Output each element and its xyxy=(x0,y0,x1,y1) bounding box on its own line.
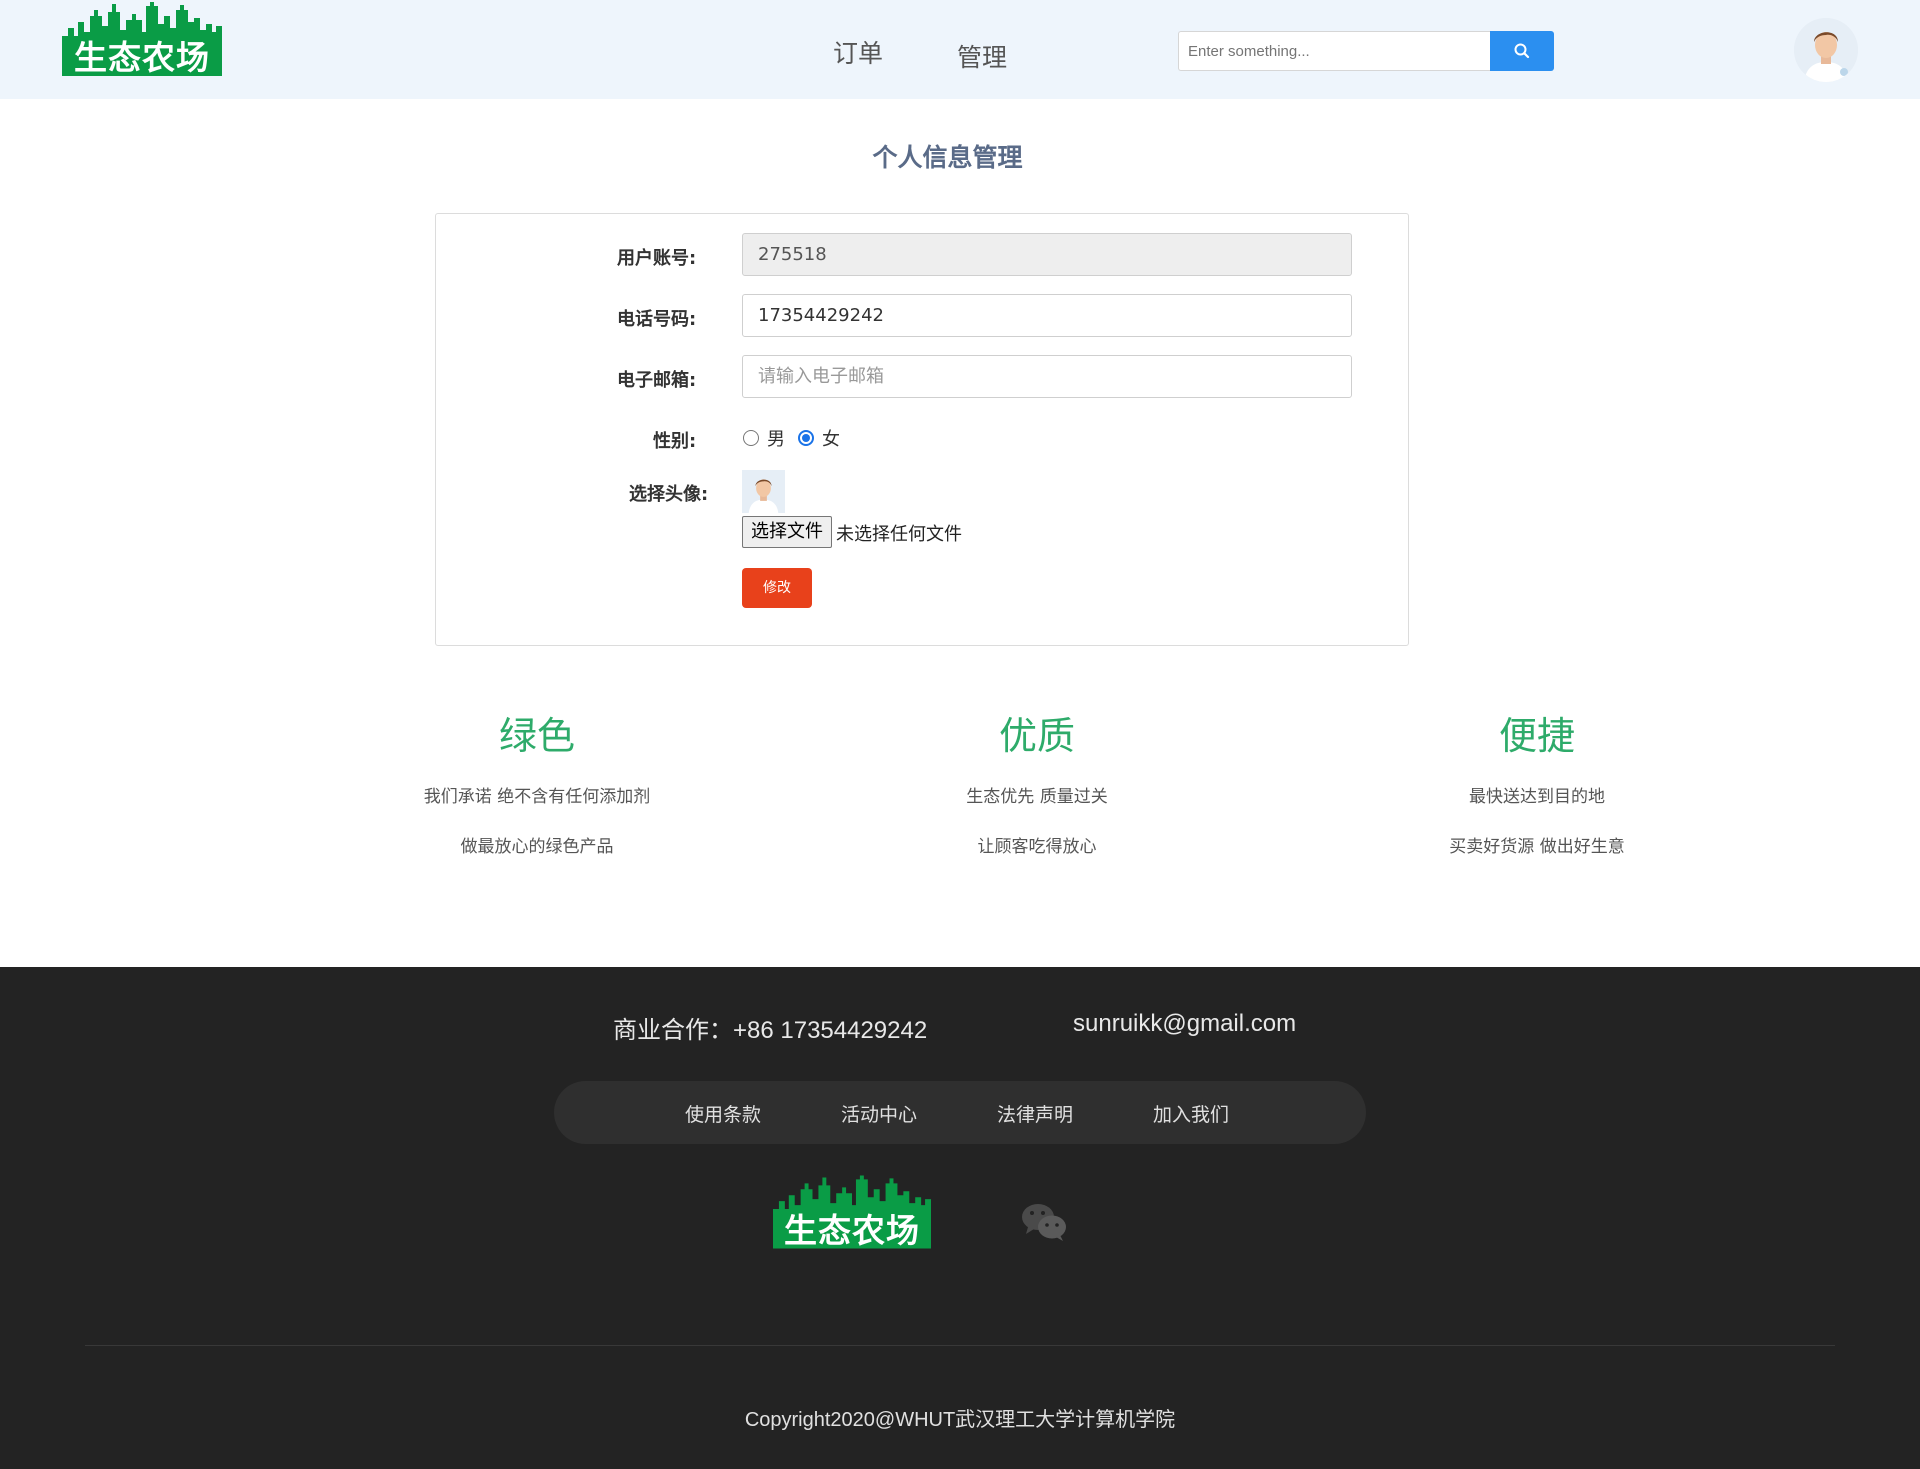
wechat-icon xyxy=(1022,1204,1066,1241)
submit-button[interactable]: 修改 xyxy=(742,568,812,608)
user-avatar[interactable] xyxy=(1794,18,1858,82)
feature-title: 绿色 xyxy=(498,714,575,758)
phone-field[interactable]: 17354429242 xyxy=(742,294,1352,337)
gender-female-radio[interactable] xyxy=(798,430,814,446)
feature-green: 绿色 我们承诺 绝不含有任何添加剂 做最放心的绿色产品 xyxy=(337,712,737,857)
footer-link-join[interactable]: 加入我们 xyxy=(1153,1100,1229,1127)
feature-line: 生态优先 质量过关 xyxy=(966,787,1108,807)
search-button[interactable] xyxy=(1490,31,1554,71)
footer-logo-text: 生态农场 xyxy=(784,1211,920,1250)
copyright-text: Copyright2020@WHUT武汉理工大学计算机学院 xyxy=(744,1409,1176,1431)
contact-email[interactable]: sunruikk@gmail.com xyxy=(1073,1010,1296,1038)
footer-link-events[interactable]: 活动中心 xyxy=(841,1100,917,1127)
user-avatar-icon xyxy=(742,470,785,513)
logo-text: 生态农场 xyxy=(74,38,210,77)
nav-item-orders[interactable]: 订单 xyxy=(833,34,883,70)
wechat-button[interactable] xyxy=(1020,1201,1068,1243)
choose-file-button[interactable]: 选择文件 xyxy=(742,516,832,548)
feature-title: 便捷 xyxy=(1498,714,1575,758)
feature-quality: 优质 生态优先 质量过关 让顾客吃得放心 xyxy=(837,712,1237,857)
email-field[interactable]: 请输入电子邮箱 xyxy=(742,355,1352,398)
feature-line: 让顾客吃得放心 xyxy=(977,837,1097,857)
feature-line: 我们承诺 绝不含有任何添加剂 xyxy=(423,787,651,807)
feature-line: 做最放心的绿色产品 xyxy=(460,837,614,857)
footer-link-legal[interactable]: 法律声明 xyxy=(997,1100,1073,1127)
feature-line: 最快送达到目的地 xyxy=(1469,787,1605,807)
search-icon xyxy=(1514,43,1530,59)
footer-links-bar: 使用条款 活动中心 法律声明 加入我们 xyxy=(554,1081,1366,1144)
avatar-preview xyxy=(742,470,785,513)
site-footer: 商业合作：+86 17354429242 sunruikk@gmail.com … xyxy=(0,967,1920,1469)
footer-divider xyxy=(85,1345,1835,1346)
gender-label: 性别: xyxy=(653,431,697,452)
user-avatar-icon xyxy=(1794,18,1858,82)
nav-item-manage[interactable]: 管理 xyxy=(957,38,1007,74)
phone-label: 电话号码: xyxy=(617,309,697,330)
gender-male-radio[interactable] xyxy=(743,430,759,446)
feature-line: 买卖好货源 做出好生意 xyxy=(1449,837,1625,857)
feature-title: 优质 xyxy=(998,714,1075,758)
brand-logo[interactable]: 生态农场 xyxy=(62,2,222,76)
top-header: 生态农场 订单 管理 xyxy=(0,0,1920,99)
footer-link-terms[interactable]: 使用条款 xyxy=(685,1100,761,1127)
account-label: 用户账号: xyxy=(617,248,697,269)
email-label: 电子邮箱: xyxy=(617,370,697,391)
gender-male-label[interactable]: 男 xyxy=(767,425,785,451)
file-status-text: 未选择任何文件 xyxy=(836,524,962,545)
footer-logo[interactable]: 生态农场 xyxy=(773,1175,931,1249)
search-input[interactable] xyxy=(1178,31,1491,71)
account-field: 275518 xyxy=(742,233,1352,276)
profile-form-card: 用户账号: 275518 电话号码: 17354429242 电子邮箱: 请输入… xyxy=(435,213,1409,646)
gender-female-label[interactable]: 女 xyxy=(822,425,840,451)
avatar-label: 选择头像: xyxy=(629,484,709,505)
feature-convenience: 便捷 最快送达到目的地 买卖好货源 做出好生意 xyxy=(1337,712,1737,857)
page-title: 个人信息管理 xyxy=(872,143,1023,172)
contact-phone: 商业合作：+86 17354429242 xyxy=(613,1017,928,1044)
